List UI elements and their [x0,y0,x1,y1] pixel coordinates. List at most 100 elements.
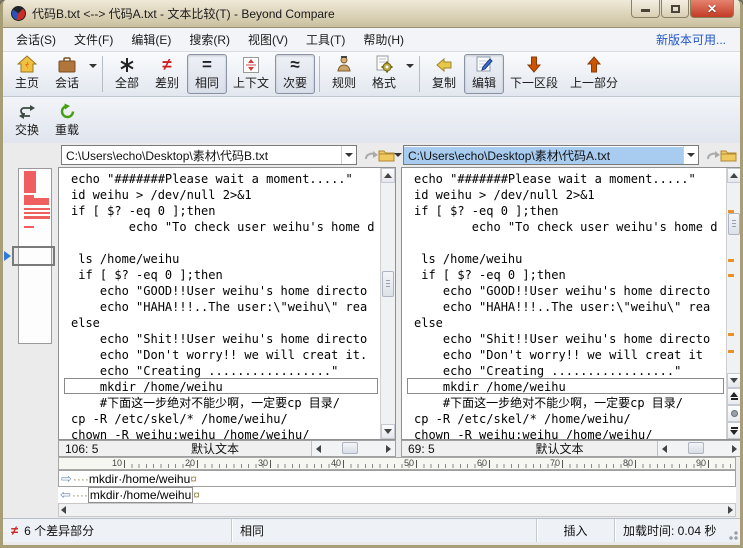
line-detail-pane[interactable]: ⇨ ···· mkdir·/home/weihu ¤ ⇦ ···· mkdir·… [58,470,736,503]
edit-notepad-icon [475,55,493,73]
scroll-right-button[interactable] [728,441,741,456]
previous-diff-button[interactable] [727,388,741,405]
right-editor-pane[interactable]: echo "#######Please wait a moment....." … [401,167,742,440]
session-label: 会话 [55,74,79,91]
not-equal-icon: ≠ [162,57,171,73]
edit-button[interactable]: 编辑 [464,54,504,94]
insert-mode-text: 插入 [563,522,587,539]
minimap-viewport[interactable] [12,246,55,266]
scroll-track[interactable] [325,441,382,456]
right-scroll-track[interactable] [727,183,741,373]
new-version-link[interactable]: 新版本可用... [656,31,736,48]
ruler-number: 70 [538,458,560,468]
swap-button[interactable]: 交换 [7,101,47,141]
scroll-left-button[interactable] [312,441,325,456]
menu-file[interactable]: 文件(F) [65,28,122,51]
diff-block [24,212,50,214]
ruler-number: 80 [611,458,633,468]
detail-text[interactable]: mkdir·/home/weihu [89,472,190,486]
right-path-dropdown[interactable] [683,146,698,164]
menu-view[interactable]: 视图(V) [239,28,297,51]
diff-block [24,171,36,193]
previous-section-button[interactable]: 上一部分 [564,54,624,94]
menu-tools[interactable]: 工具(T) [297,28,354,51]
left-browse-dropdown-icon[interactable] [393,146,403,164]
titlebar[interactable]: 代码B.txt <--> 代码A.txt - 文本比较(T) - Beyond … [3,0,740,28]
left-scroll-track[interactable] [381,183,395,424]
scroll-right-button[interactable] [382,441,395,456]
left-editor-pane[interactable]: echo "#######Please wait a moment....." … [58,167,396,440]
format-dropdown-icon[interactable] [406,64,414,68]
main-toolbar: 主页 会话 全部 ≠ 差别 = 相同 [3,52,740,97]
left-path-text[interactable]: C:\Users\echo\Desktop\素材\代码B.txt [62,147,341,164]
bar-icon [731,427,738,429]
center-current-button[interactable] [727,405,741,422]
left-code-text[interactable]: echo "#######Please wait a moment....." … [59,168,395,440]
bar-icon [731,398,738,400]
menu-edit[interactable]: 编辑(E) [122,28,180,51]
menu-session[interactable]: 会话(S) [7,28,65,51]
right-browse-folder-icon[interactable] [719,146,737,164]
copy-to-left-label: 复制 [432,74,456,91]
diff-count-segment: ≠ 6 个差异部分 [3,519,232,542]
scroll-track[interactable] [671,441,728,456]
detail-horizontal-scrollbar[interactable] [58,503,736,517]
triangle-left-icon[interactable] [61,506,66,514]
triangle-right-icon [732,445,737,453]
home-button[interactable]: 主页 [7,54,47,94]
right-path-combo[interactable]: C:\Users\echo\Desktop\素材\代码A.txt [403,145,699,165]
format-label: 格式 [372,74,396,91]
scroll-thumb[interactable] [342,442,358,454]
format-button[interactable]: 格式 [364,54,404,94]
right-horizontal-scrollbar[interactable] [657,441,741,456]
session-dropdown-icon[interactable] [89,64,97,68]
right-code-text[interactable]: echo "#######Please wait a moment....." … [402,168,741,440]
home-label: 主页 [15,74,39,91]
maximize-button[interactable] [661,0,689,18]
scroll-thumb[interactable] [688,442,704,454]
rules-button[interactable]: 规则 [324,54,364,94]
detail-row-right[interactable]: ⇦ ···· mkdir·/home/weihu ¤ [58,487,736,503]
chevron-down-icon [687,153,695,157]
right-vertical-scrollbar[interactable] [726,168,741,439]
reload-button[interactable]: 重载 [47,101,87,141]
show-same-button[interactable]: = 相同 [187,54,227,94]
show-differences-button[interactable]: ≠ 差别 [147,54,187,94]
detail-text-selected[interactable]: mkdir·/home/weihu [88,487,193,503]
show-all-button[interactable]: 全部 [107,54,147,94]
format-gear-icon [375,55,393,73]
next-diff-button[interactable] [727,422,741,439]
copy-to-left-button[interactable]: 复制 [424,54,464,94]
session-button[interactable]: 会话 [47,54,87,94]
section-state-text: 相同 [240,522,264,539]
scroll-up-button[interactable] [727,168,741,183]
menu-search[interactable]: 搜索(R) [180,28,239,51]
scroll-up-button[interactable] [381,168,395,183]
app-icon[interactable] [11,6,26,21]
next-section-button[interactable]: 下一区段 [504,54,564,94]
diff-block [24,195,34,205]
show-context-button[interactable]: 上下文 [227,54,275,94]
right-path-text[interactable]: C:\Users\echo\Desktop\素材\代码A.txt [404,147,683,164]
ignore-unimportant-button[interactable]: ≈ 次要 [275,54,315,94]
left-path-combo[interactable]: C:\Users\echo\Desktop\素材\代码B.txt [61,145,357,165]
triangle-up-icon [730,392,738,397]
diff-marker [728,350,734,353]
diff-marker [728,274,734,277]
reload-label: 重载 [55,121,79,138]
right-scroll-thumb[interactable] [728,213,740,235]
ruler-major-ticks [124,460,735,468]
scroll-down-button[interactable] [727,373,741,388]
triangle-right-icon[interactable] [728,506,733,514]
close-button[interactable]: ✕ [690,0,734,18]
scroll-down-button[interactable] [381,424,395,439]
scroll-left-button[interactable] [658,441,671,456]
left-vertical-scrollbar[interactable] [380,168,395,439]
minimize-button[interactable] [631,0,660,18]
left-horizontal-scrollbar[interactable] [311,441,395,456]
detail-row-left[interactable]: ⇨ ···· mkdir·/home/weihu ¤ [58,470,736,487]
menu-help[interactable]: 帮助(H) [354,28,413,51]
resize-grip[interactable] [726,528,738,540]
left-scroll-thumb[interactable] [382,271,394,297]
left-path-dropdown[interactable] [341,146,356,164]
